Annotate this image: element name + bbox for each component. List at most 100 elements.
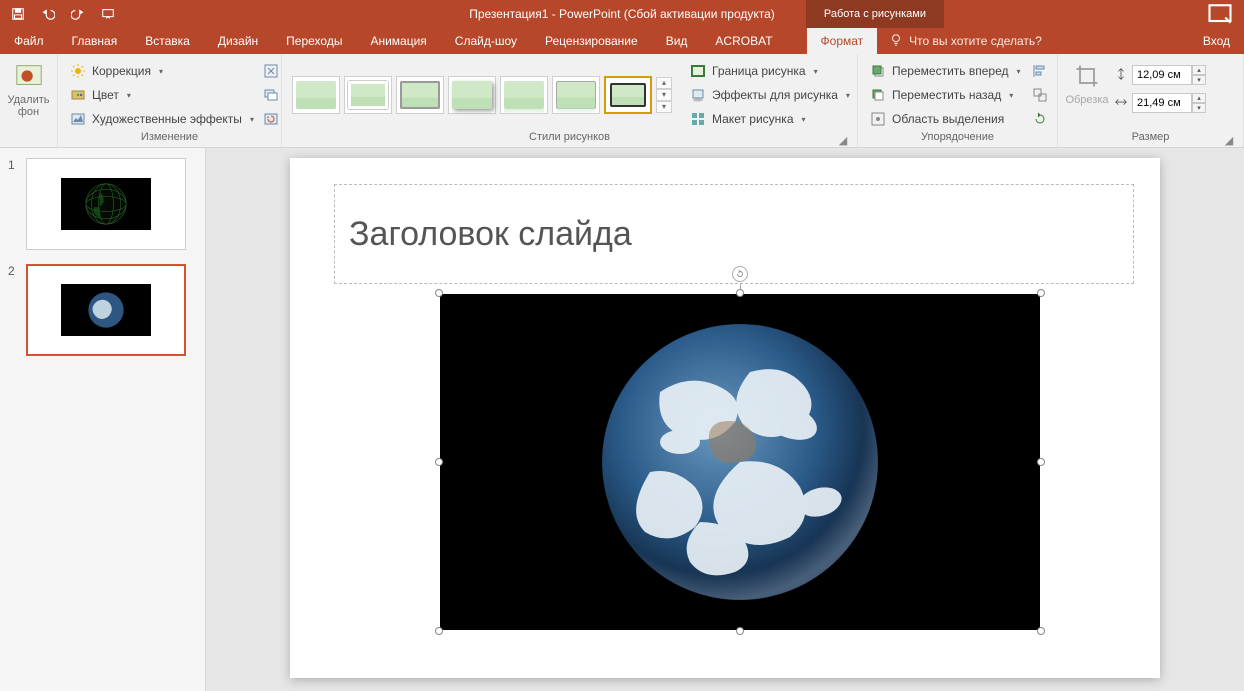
crop-button[interactable]: Обрезка [1064,58,1110,131]
style-preset-4[interactable] [448,76,496,114]
resize-handle-w[interactable] [435,458,443,466]
quick-access-toolbar [0,2,122,26]
selected-picture[interactable] [440,294,1040,630]
group-remove-background: Удалить фон [0,54,58,147]
color-button[interactable]: Цвет▾ [64,84,260,106]
width-field[interactable] [1132,93,1192,113]
style-preset-5[interactable] [500,76,548,114]
save-icon[interactable] [4,2,32,26]
remove-background-icon [13,60,45,92]
width-input[interactable]: ▴▾ [1114,92,1206,114]
corrections-button[interactable]: Коррекция▾ [64,60,260,82]
crop-label: Обрезка [1065,94,1108,106]
height-input[interactable]: ▴▾ [1114,64,1206,86]
tab-view[interactable]: Вид [652,28,702,54]
lightbulb-icon [889,33,903,50]
redo-icon[interactable] [64,2,92,26]
bring-forward-label: Переместить вперед [892,64,1008,78]
reset-picture-icon[interactable] [260,108,282,130]
slide-editor[interactable]: Заголовок слайда [206,148,1244,691]
picture-styles-gallery: ▴ ▾ ▾ [288,58,676,131]
group-objects-icon[interactable] [1029,84,1051,106]
ribbon-tabs: Файл Главная Вставка Дизайн Переходы Ани… [0,28,1244,54]
slide-thumbnail-1[interactable] [26,158,186,250]
resize-handle-n[interactable] [736,289,744,297]
send-backward-icon [870,87,886,103]
thumb-2-number: 2 [8,264,20,356]
group-styles-label: Стили рисунков ◢ [288,131,851,147]
rotation-handle[interactable] [732,266,748,282]
align-icon[interactable] [1029,60,1051,82]
tab-design[interactable]: Дизайн [204,28,272,54]
group-size-label: Размер ◢ [1064,131,1237,147]
picture-border-icon [690,63,706,79]
corrections-label: Коррекция [92,64,151,78]
color-label: Цвет [92,88,119,102]
size-dialog-launcher[interactable]: ◢ [1223,134,1235,146]
title-placeholder-text: Заголовок слайда [349,215,632,254]
tab-slideshow[interactable]: Слайд-шоу [441,28,531,54]
tab-insert[interactable]: Вставка [131,28,204,54]
styles-dialog-launcher[interactable]: ◢ [837,134,849,146]
gallery-scroll-down[interactable]: ▾ [656,89,672,101]
height-field[interactable] [1132,65,1192,85]
tab-transitions[interactable]: Переходы [272,28,356,54]
bring-forward-button[interactable]: Переместить вперед▾ [864,60,1029,82]
tab-file[interactable]: Файл [0,28,58,54]
width-up[interactable]: ▴ [1192,93,1206,103]
height-up[interactable]: ▴ [1192,65,1206,75]
slide-thumbnails-panel: 1 2 [0,148,206,691]
remove-background-label: Удалить фон [8,94,50,118]
width-down[interactable]: ▾ [1192,103,1206,113]
resize-handle-sw[interactable] [435,627,443,635]
resize-handle-s[interactable] [736,627,744,635]
start-slideshow-icon[interactable] [94,2,122,26]
tab-animations[interactable]: Анимация [356,28,440,54]
tab-acrobat[interactable]: ACROBAT [701,28,786,54]
width-icon [1114,95,1128,112]
tab-format[interactable]: Формат [807,28,878,54]
resize-handle-ne[interactable] [1037,289,1045,297]
artistic-effects-button[interactable]: Художественные эффекты▾ [64,108,260,130]
slide-canvas[interactable]: Заголовок слайда [290,158,1160,678]
ribbon: Удалить фон Коррекция▾ Цвет▾ Художествен… [0,54,1244,148]
style-preset-6[interactable] [552,76,600,114]
window-title: Презентация1 - PowerPoint (Сбой активаци… [469,7,775,21]
tab-home[interactable]: Главная [58,28,132,54]
picture-layout-button[interactable]: Макет рисунка▾ [684,108,856,130]
undo-icon[interactable] [34,2,62,26]
tab-review[interactable]: Рецензирование [531,28,652,54]
picture-effects-button[interactable]: Эффекты для рисунка▾ [684,84,856,106]
tell-me-label: Что вы хотите сделать? [909,34,1042,48]
height-icon [1114,67,1128,84]
remove-background-button[interactable]: Удалить фон [6,58,51,131]
title-bar: Презентация1 - PowerPoint (Сбой активаци… [0,0,1244,28]
workspace: 1 2 Заголовок слайда [0,148,1244,691]
send-backward-button[interactable]: Переместить назад▾ [864,84,1029,106]
style-preset-7[interactable] [604,76,652,114]
compress-pictures-icon[interactable] [260,60,282,82]
selection-pane-label: Область выделения [892,112,1004,126]
slide-thumbnail-2[interactable] [26,264,186,356]
resize-handle-se[interactable] [1037,627,1045,635]
resize-handle-nw[interactable] [435,289,443,297]
group-picture-styles: ▴ ▾ ▾ Граница рисунка▾ Эффекты для рисун… [282,54,858,147]
ribbon-display-options-icon[interactable] [1206,2,1234,26]
sign-in-button[interactable]: Вход [1189,28,1244,54]
gallery-scroll-up[interactable]: ▴ [656,77,672,89]
style-preset-3[interactable] [396,76,444,114]
gallery-nav: ▴ ▾ ▾ [656,77,672,113]
style-preset-2[interactable] [344,76,392,114]
picture-border-button[interactable]: Граница рисунка▾ [684,60,856,82]
picture-layout-label: Макет рисунка [712,112,794,126]
style-preset-1[interactable] [292,76,340,114]
selection-pane-button[interactable]: Область выделения [864,108,1029,130]
group-adjust: Коррекция▾ Цвет▾ Художественные эффекты▾… [58,54,282,147]
group-arrange-label: Упорядочение [864,131,1051,147]
height-down[interactable]: ▾ [1192,75,1206,85]
resize-handle-e[interactable] [1037,458,1045,466]
tell-me-search[interactable]: Что вы хотите сделать? [877,28,1054,54]
gallery-expand[interactable]: ▾ [656,101,672,113]
rotate-icon[interactable] [1029,108,1051,130]
change-picture-icon[interactable] [260,84,282,106]
